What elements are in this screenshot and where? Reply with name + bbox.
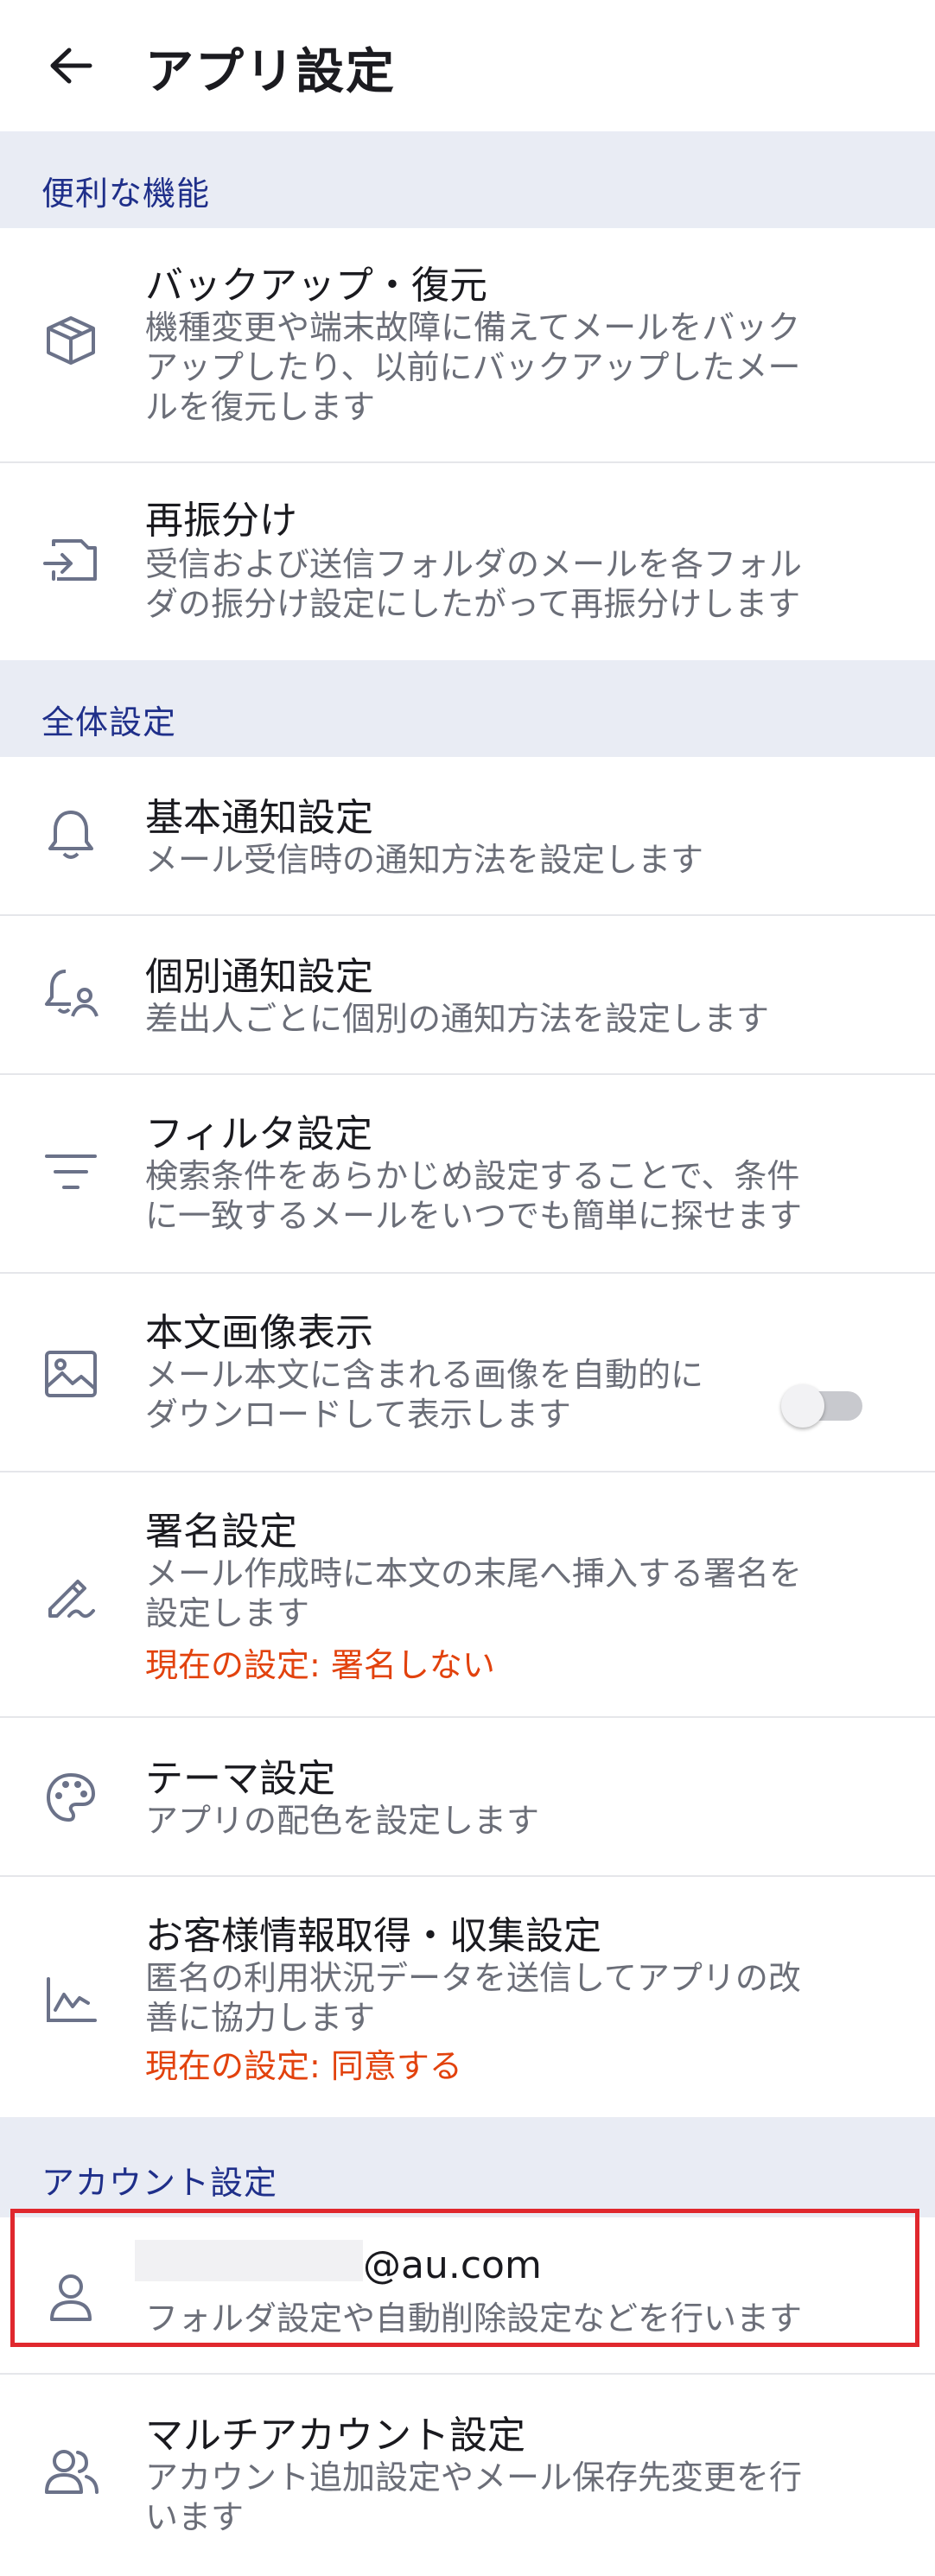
section-convenience: 便利な機能 — [0, 131, 935, 228]
item-title: 署名設定 — [145, 1510, 297, 1554]
item-description: アカウント追加設定やメール保存先変更を行 います — [145, 2458, 803, 2536]
item-title: マルチアカウント設定 — [145, 2414, 525, 2458]
bell-icon — [40, 804, 102, 866]
toggle-knob — [781, 1384, 824, 1428]
item-title: バックアップ・復元 — [145, 264, 487, 308]
section-label: アカウント設定 — [41, 2164, 278, 2202]
chart-icon — [40, 1969, 102, 2031]
redacted-email-user — [135, 2240, 363, 2281]
item-description: 差出人ごとに個別の通知方法を設定します — [145, 1000, 770, 1038]
item-title: お客様情報取得・収集設定 — [145, 1914, 601, 1958]
settings-item-data-collection[interactable]: お客様情報取得・収集設定 匿名の利用状況データを送信してアプリの改 善に協力しま… — [0, 1877, 935, 2117]
arrow-left-icon — [50, 48, 92, 84]
settings-item-filter[interactable]: フィルタ設定 検索条件をあらかじめ設定することで、条件 に一致するメールをいつで… — [0, 1075, 935, 1274]
back-button[interactable] — [45, 43, 97, 88]
item-title: 本文画像表示 — [145, 1311, 373, 1355]
section-general: 全体設定 — [0, 660, 935, 757]
settings-item-backup[interactable]: バックアップ・復元 機種変更や端末故障に備えてメールをバック アップしたり、以前… — [0, 228, 935, 463]
settings-item-basic-notify[interactable]: 基本通知設定 メール受信時の通知方法を設定します — [0, 757, 935, 916]
current-setting: 現在の設定: 同意する — [145, 2047, 462, 2085]
image-icon — [40, 1343, 102, 1405]
settings-item-inline-image[interactable]: 本文画像表示 メール本文に含まれる画像を自動的に ダウンロードして表示します — [0, 1274, 935, 1472]
current-setting: 現在の設定: 署名しない — [145, 1646, 495, 1684]
person-icon — [40, 2266, 102, 2328]
item-title: 基本通知設定 — [145, 796, 373, 840]
settings-item-account[interactable]: @au.com フォルダ設定や自動削除設定などを行います — [0, 2217, 935, 2375]
inline-image-toggle[interactable] — [778, 1379, 864, 1431]
settings-item-theme[interactable]: テーマ設定 アプリの配色を設定します — [0, 1718, 935, 1877]
item-description: 受信および送信フォルダのメールを各フォル ダの振分け設定にしたがって再振分けしま… — [145, 545, 803, 623]
settings-item-multi-account[interactable]: マルチアカウント設定 アカウント追加設定やメール保存先変更を行 います — [0, 2375, 935, 2576]
settings-item-resort[interactable]: 再振分け 受信および送信フォルダのメールを各フォル ダの振分け設定にしたがって再… — [0, 463, 935, 660]
item-description: メール本文に含まれる画像を自動的に ダウンロードして表示します — [145, 1356, 704, 1434]
filter-icon — [40, 1141, 102, 1203]
account-email: @au.com — [363, 2243, 542, 2287]
settings-item-signature[interactable]: 署名設定 メール作成時に本文の末尾へ挿入する署名を 設定します 現在の設定: 署… — [0, 1472, 935, 1718]
page-title: アプリ設定 — [145, 44, 396, 100]
resort-icon — [40, 529, 102, 591]
box-icon — [40, 309, 102, 372]
section-account: アカウント設定 — [0, 2117, 935, 2217]
section-label: 全体設定 — [41, 703, 177, 741]
item-description: 機種変更や端末故障に備えてメールをバック アップしたり、以前にバックアップしたメ… — [145, 308, 801, 426]
item-description: アプリの配色を設定します — [145, 1802, 540, 1840]
item-description: 匿名の利用状況データを送信してアプリの改 善に協力します — [145, 1959, 801, 2037]
app-bar: アプリ設定 — [0, 0, 935, 131]
item-title: フィルタ設定 — [145, 1112, 373, 1156]
section-label: 便利な機能 — [41, 175, 211, 213]
item-description: 検索条件をあらかじめ設定することで、条件 に一致するメールをいつでも簡単に探せま… — [145, 1157, 803, 1235]
settings-item-individual-notify[interactable]: 個別通知設定 差出人ごとに個別の通知方法を設定します — [0, 916, 935, 1075]
item-title: テーマ設定 — [145, 1757, 335, 1801]
item-title: 個別通知設定 — [145, 955, 373, 999]
bell-person-icon — [40, 963, 102, 1025]
people-icon — [40, 2440, 102, 2503]
item-title: 再振分け — [145, 499, 297, 543]
palette-icon — [40, 1766, 102, 1829]
item-description: メール受信時の通知方法を設定します — [145, 841, 704, 879]
item-description: メール作成時に本文の末尾へ挿入する署名を 設定します — [145, 1555, 803, 1632]
item-description: フォルダ設定や自動削除設定などを行います — [145, 2299, 803, 2337]
pen-icon — [40, 1564, 102, 1626]
